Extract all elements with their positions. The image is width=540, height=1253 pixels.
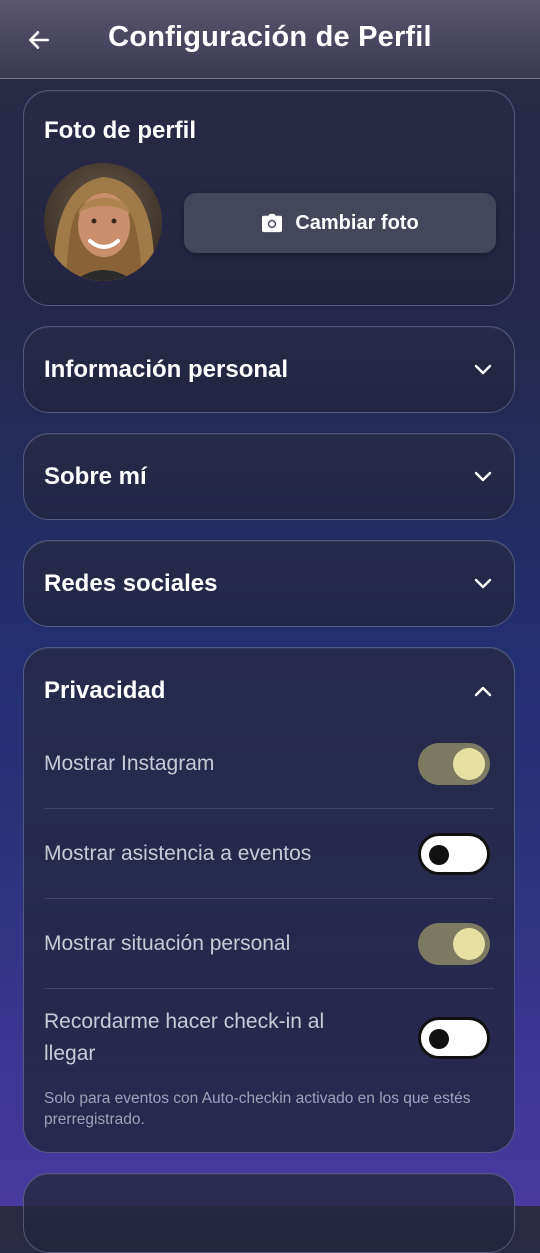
toggle-show-event-attendance[interactable] bbox=[418, 833, 490, 875]
next-section-card[interactable] bbox=[23, 1173, 515, 1253]
toggle-show-instagram[interactable] bbox=[418, 743, 490, 785]
privacy-label: Mostrar asistencia a eventos bbox=[44, 842, 312, 865]
about-title: Sobre mí bbox=[44, 463, 147, 490]
camera-icon bbox=[262, 213, 283, 233]
chevron-down-icon bbox=[472, 359, 494, 381]
divider bbox=[44, 898, 494, 899]
divider bbox=[44, 808, 494, 809]
personal-info-title: Información personal bbox=[44, 356, 289, 383]
privacy-title: Privacidad bbox=[44, 677, 166, 704]
app-header: Configuración de Perfil bbox=[0, 0, 540, 79]
privacy-row-personal-situation: Mostrar situación personal bbox=[44, 922, 490, 966]
privacy-row-instagram: Mostrar Instagram bbox=[44, 742, 490, 786]
chevron-down-icon bbox=[472, 466, 494, 488]
chevron-down-icon bbox=[472, 573, 494, 595]
social-section[interactable]: Redes sociales bbox=[23, 540, 515, 627]
privacy-header[interactable]: Privacidad bbox=[44, 676, 494, 706]
privacy-section: Privacidad Mostrar Instagram Mostrar asi… bbox=[23, 647, 515, 1153]
page-title: Configuración de Perfil bbox=[108, 21, 432, 53]
privacy-row-checkin-reminder: Recordarme hacer check-in al llegar bbox=[44, 1006, 490, 1070]
privacy-label: Mostrar Instagram bbox=[44, 752, 215, 775]
checkin-note: Solo para eventos con Auto-checkin activ… bbox=[44, 1090, 471, 1128]
avatar-image bbox=[44, 163, 162, 281]
change-photo-button[interactable]: Cambiar foto bbox=[184, 193, 496, 253]
avatar[interactable] bbox=[44, 163, 162, 281]
change-photo-label: Cambiar foto bbox=[295, 211, 419, 234]
chevron-up-icon bbox=[472, 680, 494, 702]
profile-photo-title: Foto de perfil bbox=[44, 117, 196, 144]
toggle-show-personal-situation[interactable] bbox=[418, 923, 490, 965]
toggle-checkin-reminder[interactable] bbox=[418, 1017, 490, 1059]
social-title: Redes sociales bbox=[44, 570, 218, 597]
profile-photo-card: Foto de perfil Cambiar foto bbox=[23, 90, 515, 306]
privacy-row-events: Mostrar asistencia a eventos bbox=[44, 832, 490, 876]
privacy-label: Mostrar situación personal bbox=[44, 932, 291, 955]
personal-info-section[interactable]: Información personal bbox=[23, 326, 515, 413]
privacy-label: Recordarme hacer check-in al llegar bbox=[44, 1010, 325, 1065]
about-section[interactable]: Sobre mí bbox=[23, 433, 515, 520]
divider bbox=[44, 988, 494, 989]
